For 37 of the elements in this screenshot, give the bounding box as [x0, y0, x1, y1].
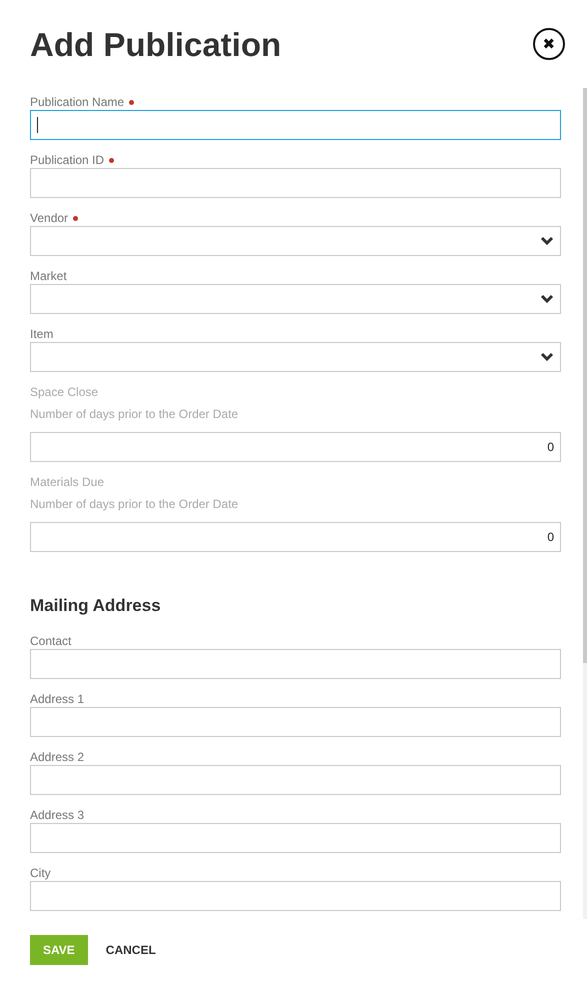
- input-field[interactable]: [30, 168, 561, 198]
- field-label: Materials Due: [30, 474, 104, 489]
- field-label: Publication ID: [30, 152, 104, 167]
- chevron-down-icon: [540, 236, 554, 246]
- number-field[interactable]: 0: [30, 432, 561, 462]
- close-button[interactable]: ✖: [533, 28, 565, 60]
- cancel-button[interactable]: CANCEL: [106, 941, 156, 959]
- input-field[interactable]: [30, 764, 561, 795]
- input-field[interactable]: [30, 110, 561, 140]
- field-label: City: [30, 866, 51, 880]
- required-dot: [129, 100, 134, 106]
- chevron-down-icon: [540, 294, 554, 304]
- field-label: Address 1: [30, 692, 84, 706]
- scrollbar[interactable]: [583, 88, 587, 919]
- field-label: Item: [30, 326, 54, 341]
- field-label: Contact: [30, 634, 72, 648]
- select-field[interactable]: [30, 226, 561, 256]
- hint-text: Number of days prior to the Order Date: [30, 496, 240, 511]
- input-field[interactable]: [30, 822, 561, 853]
- field-label: Publication Name: [30, 94, 124, 109]
- select-field[interactable]: [30, 284, 561, 314]
- field-label: Address 2: [30, 750, 84, 764]
- field-label: Market: [30, 268, 67, 283]
- chevron-down-icon: [540, 352, 554, 362]
- dialog-title: Add Publication: [30, 26, 282, 64]
- input-field[interactable]: [30, 648, 561, 679]
- field-label: Vendor: [30, 210, 68, 225]
- required-dot: [109, 158, 114, 164]
- section-heading: Mailing Address: [30, 594, 162, 617]
- field-label: Space Close: [30, 384, 98, 399]
- input-field[interactable]: [30, 880, 561, 911]
- select-field[interactable]: [30, 342, 561, 372]
- hint-text: Number of days prior to the Order Date: [30, 406, 240, 421]
- required-dot: [73, 216, 78, 222]
- input-field[interactable]: [30, 706, 561, 737]
- number-field[interactable]: 0: [30, 522, 561, 552]
- field-label: Address 3: [30, 808, 84, 822]
